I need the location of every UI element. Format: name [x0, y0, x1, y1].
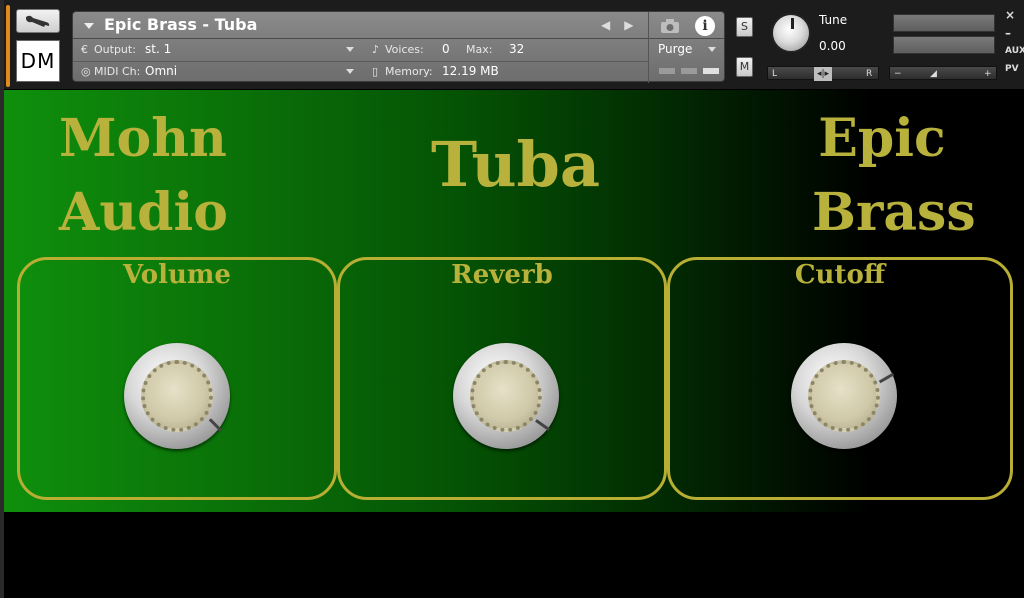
header-accent-bar: [6, 5, 10, 87]
tune-label: Tune: [819, 13, 848, 27]
memory-icon: ▯: [372, 65, 379, 78]
solo-button[interactable]: S: [736, 17, 753, 37]
activity-led-1: [659, 68, 675, 74]
volume-plus-label: +: [984, 69, 992, 79]
volume-slider[interactable]: − ◢ +: [889, 66, 997, 80]
volume-knob-indicator: [208, 418, 223, 432]
instrument-info-panel: Epic Brass - Tuba ◀▶ i € Output: st. 1 ♪…: [72, 11, 725, 83]
volume-label: Volume: [123, 260, 231, 290]
info-icon[interactable]: i: [695, 16, 715, 36]
instrument-panel: Mohn Audio Tuba Epic Brass Volume Reverb…: [4, 90, 1024, 512]
series-line-2: Brass: [812, 182, 976, 243]
pv-button[interactable]: PV: [1005, 64, 1019, 74]
output-value[interactable]: st. 1: [145, 42, 171, 56]
instrument-name: Tuba: [431, 128, 601, 201]
volume-knob[interactable]: [124, 343, 230, 449]
camera-button[interactable]: [658, 15, 682, 36]
midi-icon: ◎: [81, 65, 91, 78]
tune-knob-indicator: [791, 18, 794, 29]
voices-value: 0: [442, 42, 450, 56]
reverb-knob[interactable]: [453, 343, 559, 449]
reverb-control-panel: Reverb: [337, 257, 667, 500]
midi-dropdown-icon[interactable]: [346, 69, 354, 74]
cutoff-knob-cap: [808, 360, 880, 432]
output-icon: €: [81, 43, 88, 56]
empty-rack-area: [4, 512, 1024, 598]
brand-line-1: Mohn: [59, 108, 227, 169]
max-label: Max:: [466, 43, 493, 56]
mute-button[interactable]: M: [736, 57, 753, 77]
prev-next-icons[interactable]: ◀▶: [601, 18, 647, 32]
reverb-knob-indicator: [535, 419, 550, 431]
level-meter-right: [893, 36, 995, 54]
panel-divider: [648, 12, 649, 83]
cutoff-control-panel: Cutoff: [667, 257, 1013, 500]
voices-icon: ♪: [372, 43, 380, 56]
brand-line-2: Audio: [59, 182, 228, 243]
pan-right-label: R: [866, 69, 873, 79]
purge-button[interactable]: Purge: [658, 42, 692, 56]
purge-dropdown-icon[interactable]: [708, 47, 716, 52]
voices-label: Voices:: [385, 43, 424, 56]
output-dropdown-icon[interactable]: [346, 47, 354, 52]
midi-value[interactable]: Omni: [145, 64, 177, 78]
volume-ramp-icon: ◢: [930, 69, 937, 79]
memory-label: Memory:: [385, 65, 433, 78]
series-name: Epic Brass: [812, 102, 976, 250]
activity-led-2: [681, 68, 697, 74]
volume-knob-cap: [141, 360, 213, 432]
volume-control-panel: Volume: [17, 257, 337, 500]
series-line-1: Epic: [818, 108, 946, 169]
reverb-knob-cap: [470, 360, 542, 432]
wrench-button[interactable]: [16, 9, 60, 33]
tune-knob[interactable]: [771, 13, 811, 53]
memory-value: 12.19 MB: [442, 64, 499, 78]
midi-label: MIDI Ch:: [94, 65, 141, 78]
pan-handle[interactable]: ◂|▸: [814, 67, 832, 81]
wrench-icon: [26, 15, 50, 27]
next-icon[interactable]: ▶: [624, 18, 647, 32]
logo-text: DM: [20, 49, 56, 73]
max-value[interactable]: 32: [509, 42, 524, 56]
aux-button[interactable]: AUX: [1005, 46, 1024, 56]
title-row: Epic Brass - Tuba ◀▶: [73, 12, 724, 39]
prev-icon[interactable]: ◀: [601, 18, 624, 32]
row-divider: [73, 61, 648, 62]
activity-led-3: [703, 68, 719, 74]
pan-left-label: L: [772, 69, 778, 79]
tune-value[interactable]: 0.00: [819, 39, 846, 53]
cutoff-knob[interactable]: [791, 343, 897, 449]
instrument-title[interactable]: Epic Brass - Tuba: [104, 15, 257, 34]
cutoff-knob-indicator: [878, 372, 895, 384]
instrument-header: DM Epic Brass - Tuba ◀▶ i € Output: st. …: [4, 0, 1024, 90]
brand-name: Mohn Audio: [59, 102, 228, 250]
pan-slider[interactable]: L ◂|▸ R: [767, 66, 879, 81]
output-label: Output:: [94, 43, 136, 56]
instrument-menu-icon[interactable]: [84, 23, 94, 29]
minimize-button[interactable]: –: [1005, 26, 1011, 40]
instrument-logo[interactable]: DM: [16, 40, 60, 82]
volume-minus-label: −: [894, 69, 902, 79]
close-button[interactable]: ×: [1005, 8, 1015, 22]
reverb-label: Reverb: [451, 260, 553, 290]
level-meter-left: [893, 14, 995, 32]
camera-icon: [661, 18, 679, 33]
cutoff-label: Cutoff: [794, 260, 886, 290]
